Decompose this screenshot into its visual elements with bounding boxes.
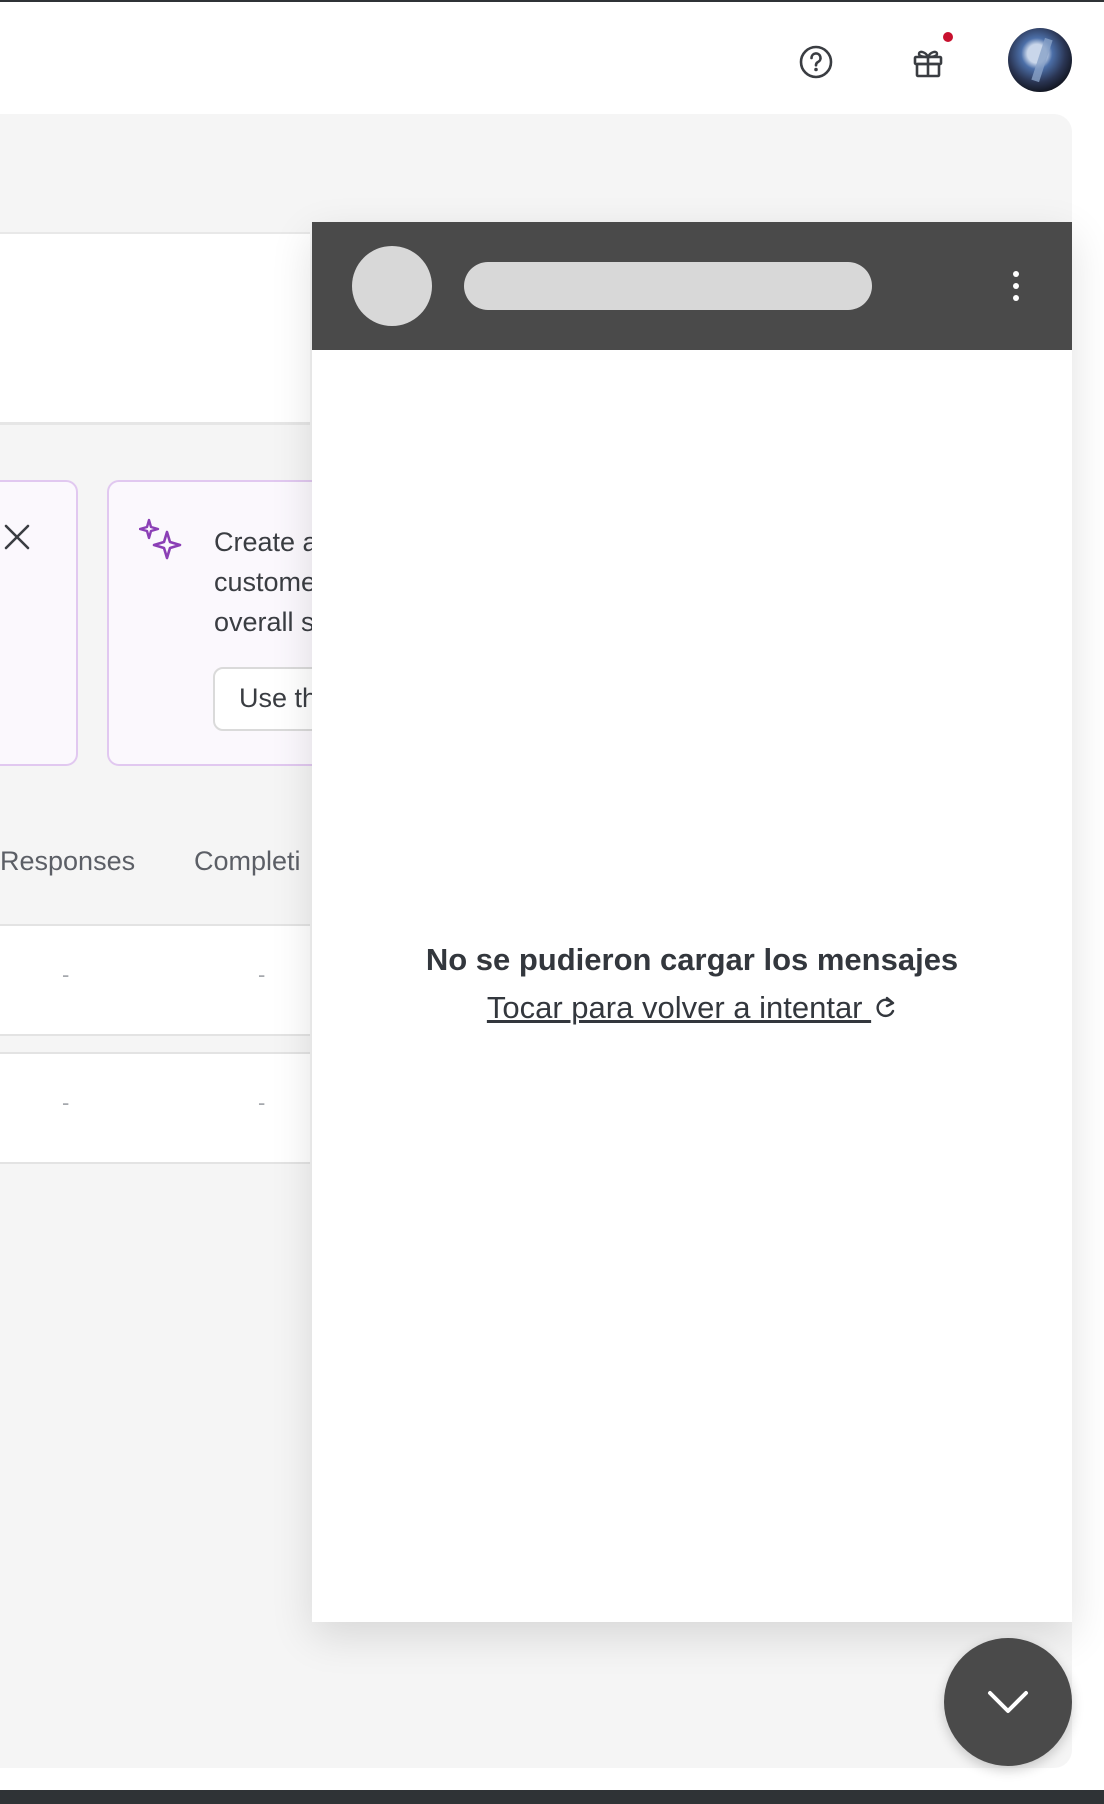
collapse-chat-button[interactable] — [944, 1638, 1072, 1766]
error-message: No se pudieron cargar los mensajes — [425, 942, 959, 977]
table-cell: - — [258, 1090, 266, 1115]
chat-widget-panel: No se pudieron cargar los mensajes Tocar… — [312, 222, 1072, 1622]
chat-header — [312, 222, 1072, 350]
table-row[interactable]: - - — [0, 924, 310, 1036]
sparkle-icon — [138, 518, 185, 564]
column-header-responses[interactable]: Responses — [0, 846, 135, 877]
page-header-area — [0, 232, 310, 425]
promo-card-left — [0, 480, 78, 766]
table-row[interactable]: - - — [0, 1052, 310, 1164]
use-template-label: Use th — [239, 683, 318, 713]
table-cell: - — [62, 1090, 70, 1115]
chat-avatar-placeholder — [352, 246, 432, 326]
ai-suggestion-card: Create a custome overall s Use th — [107, 480, 331, 766]
gift-icon[interactable] — [908, 42, 948, 82]
column-header-completion[interactable]: Completi — [194, 846, 301, 877]
table-cell: - — [62, 962, 70, 987]
notification-dot — [943, 32, 953, 42]
retry-link[interactable]: Tocar para volver a intentar — [487, 990, 871, 1025]
user-avatar[interactable] — [1008, 28, 1072, 92]
top-navigation-bar — [0, 2, 1104, 112]
chevron-down-icon — [988, 1691, 1028, 1713]
refresh-icon[interactable] — [873, 992, 897, 1028]
chat-name-placeholder — [464, 262, 872, 310]
retry-container: Tocar para volver a intentar — [312, 990, 1072, 1028]
close-icon[interactable] — [4, 524, 30, 550]
more-options-icon[interactable] — [1004, 262, 1028, 310]
window-bottom-border — [0, 1790, 1104, 1804]
table-cell: - — [258, 962, 266, 987]
help-icon[interactable] — [796, 42, 836, 82]
